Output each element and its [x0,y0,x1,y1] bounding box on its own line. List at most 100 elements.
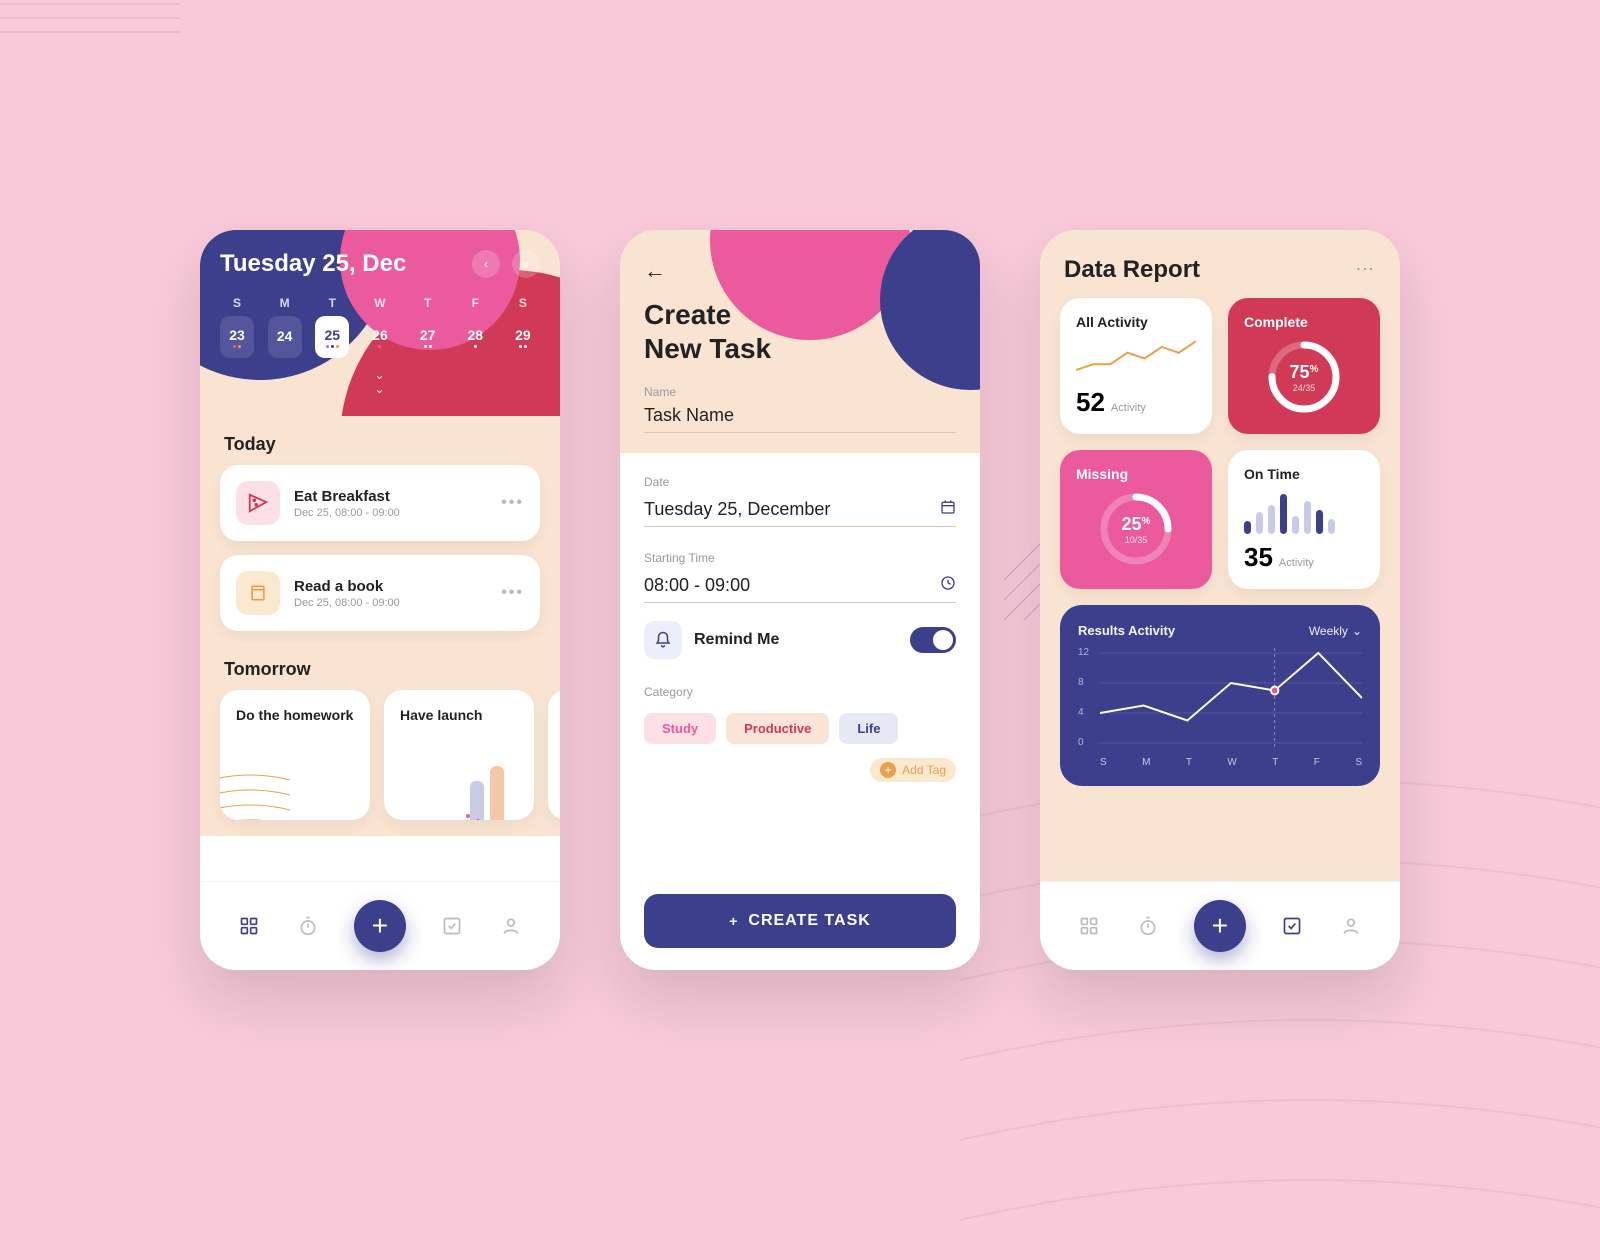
phone-screen-calendar: Tuesday 25, Dec ‹ › S23M24T25W26T27F28S2… [200,230,560,970]
calendar-header: Tuesday 25, Dec ‹ › S23M24T25W26T27F28S2… [200,230,560,416]
stat-unit: Activity [1279,557,1314,569]
calendar-day[interactable]: 25 [315,316,349,358]
page-title-line: New Task [644,333,771,364]
stat-card-on-time[interactable]: On Time 35 Activity [1228,450,1380,589]
nav-home-icon[interactable] [1077,914,1101,938]
calendar-next-button[interactable]: › [512,250,540,278]
stat-card-complete[interactable]: Complete 75% 24/35 [1228,298,1380,434]
category-chip-life[interactable]: Life [839,713,898,744]
task-card[interactable]: Eat Breakfast Dec 25, 08:00 - 09:00 ••• [220,465,540,541]
calendar-day[interactable]: 26 [363,316,397,358]
decorative-waves [0,0,180,100]
task-more-button[interactable]: ••• [501,494,524,512]
task-more-button[interactable]: ••• [501,584,524,602]
stat-card-all-activity[interactable]: All Activity 52 Activity [1060,298,1212,434]
create-task-label: CREATE TASK [748,912,870,930]
stat-label: On Time [1244,466,1364,482]
ring-percent: 75 [1290,362,1310,383]
line-chart: 12840 SMTWTFS [1078,648,1362,768]
calendar-dow: F [472,296,479,310]
nav-home-icon[interactable] [237,914,261,938]
tomorrow-card-title: Do the homework [236,706,354,724]
ring-fraction: 10/35 [1125,535,1148,545]
add-tag-button[interactable]: + Add Tag [870,758,956,782]
xtick-label: S [1355,757,1362,768]
date-input[interactable]: Tuesday 25, December [644,493,956,527]
calendar-dow: M [280,296,290,310]
xtick-label: T [1186,757,1192,768]
calendar-day[interactable]: 24 [268,316,302,358]
create-task-button[interactable]: + CREATE TASK [644,894,956,948]
calendar-prev-button[interactable]: ‹ [472,250,500,278]
page-title: Create New Task [644,298,956,365]
date-value: Tuesday 25, December [644,499,830,520]
tomorrow-task-row[interactable]: Do the homework Have launch Ma DIY [200,690,560,836]
nav-timer-icon[interactable] [296,914,320,938]
ring-chart: 25% 10/35 [1097,490,1175,568]
calendar-dow: T [424,296,431,310]
sparkline-chart [1076,338,1196,374]
remind-toggle[interactable] [910,627,956,653]
calendar-day[interactable]: 23 [220,316,254,358]
task-title: Read a book [294,578,487,595]
nav-checklist-icon[interactable] [1280,914,1304,938]
percent-icon: % [1310,364,1319,375]
back-button[interactable]: ← [644,258,666,284]
ytick-label: 0 [1078,737,1084,748]
ytick-label: 12 [1078,647,1089,658]
chevron-down-icon: ⌄ [1352,624,1362,638]
book-icon [236,571,280,615]
ytick-label: 4 [1078,707,1084,718]
tomorrow-card[interactable]: Do the homework [220,690,370,820]
time-input[interactable]: 08:00 - 09:00 [644,569,956,603]
calendar-day[interactable]: 27 [411,316,445,358]
field-label-time: Starting Time [644,551,956,565]
nav-profile-icon[interactable] [1339,914,1363,938]
time-value: 08:00 - 09:00 [644,575,750,596]
page-title-line: Create [644,299,731,330]
calendar-expand-icon[interactable]: ⌄⌄ [220,368,540,396]
nav-add-button[interactable]: + [1194,900,1246,952]
plus-icon: + [880,762,896,778]
bottom-nav: + [200,881,560,970]
xtick-label: M [1142,757,1150,768]
task-card[interactable]: Read a book Dec 25, 08:00 - 09:00 ••• [220,555,540,631]
task-name-input[interactable]: Task Name [644,399,956,433]
more-menu-button[interactable]: ⋮ [1354,260,1376,280]
calendar-dow: T [329,296,336,310]
calendar-icon[interactable] [940,499,956,520]
today-task-list: Eat Breakfast Dec 25, 08:00 - 09:00 ••• … [200,465,560,641]
bottom-nav: + [1040,881,1400,970]
stat-card-missing[interactable]: Missing 25% 10/35 [1060,450,1212,589]
ytick-label: 8 [1078,677,1084,688]
field-label-date: Date [644,475,956,489]
category-chip-study[interactable]: Study [644,713,716,744]
remind-label: Remind Me [694,631,898,649]
calendar-day[interactable]: 28 [458,316,492,358]
nav-timer-icon[interactable] [1136,914,1160,938]
stat-label: Complete [1244,314,1364,330]
xtick-label: T [1272,757,1278,768]
section-title-today: Today [200,416,560,465]
clock-icon[interactable] [940,575,956,596]
calendar-dow: W [374,296,385,310]
calendar-date-title: Tuesday 25, Dec [220,250,406,278]
nav-add-button[interactable]: + [354,900,406,952]
bell-icon [644,621,682,659]
range-dropdown[interactable]: Weekly ⌄ [1309,624,1362,638]
nav-checklist-icon[interactable] [440,914,464,938]
bar-chart [1244,490,1364,534]
xtick-label: S [1100,757,1107,768]
section-title-tomorrow: Tomorrow [200,641,560,690]
tomorrow-card[interactable]: Ma DIY [548,690,560,820]
calendar-day[interactable]: 29 [506,316,540,358]
task-title: Eat Breakfast [294,488,487,505]
ring-fraction: 24/35 [1293,383,1316,393]
page-title: Data Report [1064,256,1200,284]
add-tag-label: Add Tag [902,763,946,777]
tomorrow-card[interactable]: Have launch [384,690,534,820]
task-time: Dec 25, 08:00 - 09:00 [294,597,487,609]
nav-profile-icon[interactable] [499,914,523,938]
pizza-icon [236,481,280,525]
category-chip-productive[interactable]: Productive [726,713,829,744]
